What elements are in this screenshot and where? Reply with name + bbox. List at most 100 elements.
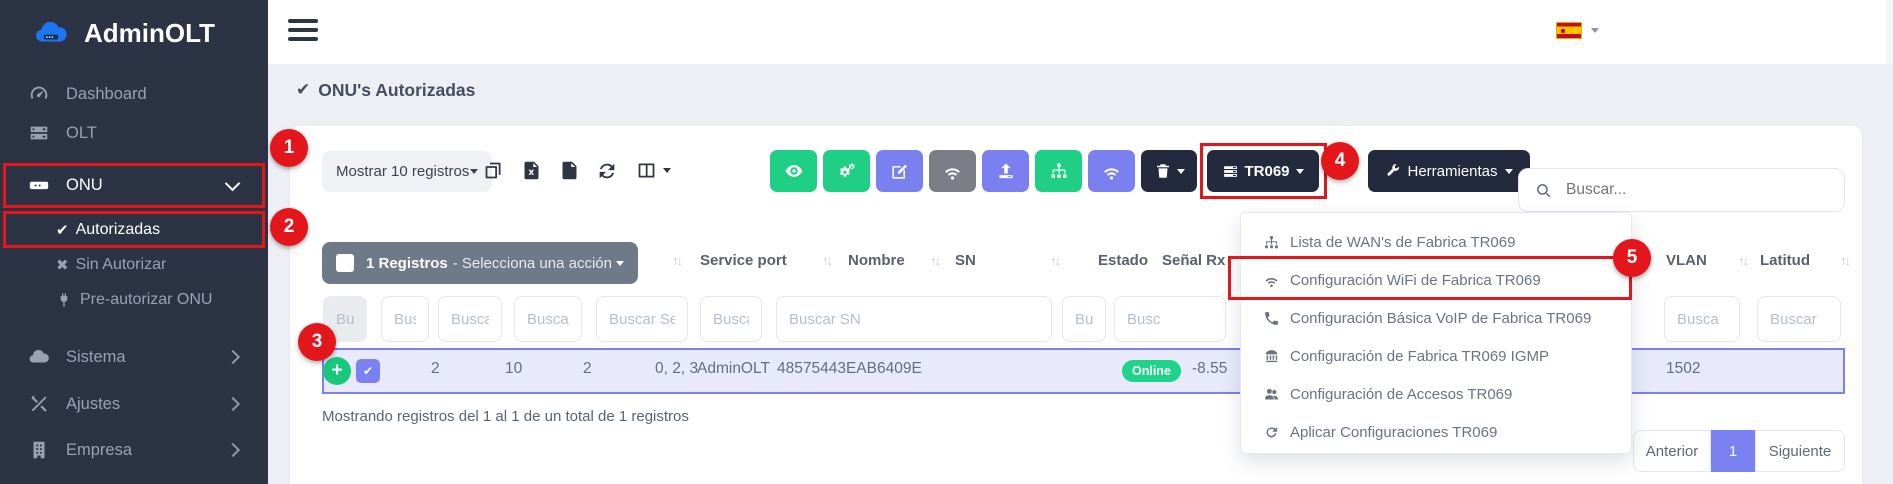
menu-toggle-button[interactable]: [288, 19, 318, 41]
menu-item-aplicar-config[interactable]: Aplicar Configuraciones TR069: [1241, 413, 1631, 451]
row-checkbox[interactable]: ✔: [356, 359, 380, 383]
filter-input-vlan[interactable]: [1664, 296, 1740, 342]
sort-icons[interactable]: ↑↓: [672, 253, 681, 268]
column-header-latitud[interactable]: Latitud: [1760, 252, 1810, 269]
sort-icons[interactable]: ↑↓: [822, 253, 831, 268]
filter-input-nombre[interactable]: [700, 296, 762, 342]
sidebar-item-label: Autorizadas: [76, 221, 161, 239]
annotation-step-2: 2: [270, 208, 308, 246]
check-icon: ✔: [56, 221, 69, 239]
sidebar-item-sistema[interactable]: Sistema: [0, 337, 268, 377]
caret-down-icon: [1591, 28, 1599, 33]
menu-item-lista-wans[interactable]: Lista de WAN's de Fabrica TR069: [1241, 223, 1631, 261]
caret-down-icon: [1177, 169, 1185, 174]
sidebar-item-label: Sin Autorizar: [76, 256, 167, 274]
sort-icons[interactable]: ↑↓: [1050, 253, 1059, 268]
delete-button[interactable]: [1141, 150, 1197, 192]
menu-item-config-accesos[interactable]: Configuración de Accesos TR069: [1241, 375, 1631, 413]
annotation-step-3: 3: [298, 323, 336, 361]
app-logo[interactable]: AdminOLT: [28, 12, 215, 54]
column-header-service-port[interactable]: Service port: [700, 252, 787, 269]
sidebar-item-label: Ajustes: [66, 395, 120, 414]
filter-input-estado[interactable]: [1062, 296, 1106, 342]
bulk-action-select[interactable]: 1 Registros - Selecciona una acción: [322, 242, 638, 284]
user-menu[interactable]: Soporte AdminOLT: [1886, 0, 1893, 64]
pagination-prev-button[interactable]: Anterior: [1633, 430, 1711, 472]
sidebar-item-ajustes[interactable]: Ajustes: [0, 384, 268, 424]
view-button[interactable]: [770, 150, 817, 192]
sidebar-item-pre-autorizar[interactable]: Pre-autorizar ONU: [0, 280, 324, 320]
top-bar: Soporte AdminOLT: [268, 0, 1893, 64]
sidebar: AdminOLT Dashboard OLT ONU ✔ Autorizadas…: [0, 0, 268, 484]
phone-icon: [1263, 310, 1280, 327]
column-header-nombre[interactable]: Nombre: [848, 252, 905, 269]
export-excel-button[interactable]: [521, 160, 542, 181]
cell-sn: 48575443EAB6409E: [777, 360, 922, 378]
upload-button[interactable]: [982, 150, 1029, 192]
column-header-estado[interactable]: Estado: [1098, 252, 1148, 269]
cell-service-port: 0, 2, 3: [655, 360, 698, 378]
filter-input-service-port[interactable]: [596, 296, 688, 342]
refresh-button[interactable]: [596, 160, 618, 182]
filter-input-sn[interactable]: [776, 296, 1052, 342]
expand-row-button[interactable]: +: [323, 357, 351, 385]
export-file-button[interactable]: [559, 160, 580, 181]
cloud-logo-icon: [28, 16, 74, 50]
hamburger-icon: [288, 19, 318, 23]
column-visibility-button[interactable]: [636, 160, 671, 181]
file-excel-icon: [521, 160, 542, 181]
cell-port: 10: [505, 360, 522, 378]
app-screen: AdminOLT Dashboard OLT ONU ✔ Autorizadas…: [0, 0, 1893, 484]
chevron-right-icon: [226, 350, 240, 364]
column-header-sn[interactable]: SN: [955, 252, 976, 269]
tools-icon: [28, 393, 50, 415]
wifi-config-button[interactable]: [929, 150, 976, 192]
sidebar-item-onu[interactable]: ONU: [0, 165, 268, 205]
sort-icons[interactable]: ↑↓: [930, 253, 939, 268]
times-icon: ✖: [56, 256, 69, 274]
chevron-right-icon: [226, 397, 240, 411]
sidebar-item-empresa[interactable]: Empresa: [0, 430, 268, 470]
wifi-status-button[interactable]: [1088, 150, 1135, 192]
network-button[interactable]: [1035, 150, 1082, 192]
chevron-down-icon: [225, 176, 241, 192]
sidebar-item-dashboard[interactable]: Dashboard: [0, 74, 268, 114]
pagination-page-1[interactable]: 1: [1711, 430, 1755, 472]
filter-input[interactable]: [438, 296, 502, 342]
filter-input[interactable]: [514, 296, 582, 342]
filter-input[interactable]: [381, 296, 429, 342]
menu-item-config-wifi[interactable]: Configuración WiFi de Fabrica TR069: [1241, 261, 1631, 299]
sidebar-item-label: Sistema: [66, 348, 126, 367]
sitemap-icon: [1263, 234, 1280, 251]
sidebar-item-olt[interactable]: OLT: [0, 113, 268, 153]
caret-down-icon: [470, 169, 478, 174]
upload-icon: [996, 161, 1016, 181]
language-selector[interactable]: [1556, 22, 1599, 39]
pagination-next-button[interactable]: Siguiente: [1755, 430, 1845, 472]
sidebar-item-sin-autorizar[interactable]: ✖ Sin Autorizar: [0, 245, 324, 285]
copy-button[interactable]: [483, 160, 504, 181]
menu-item-config-igmp[interactable]: Configuración de Fabrica TR069 IGMP: [1241, 337, 1631, 375]
app-logo-text: AdminOLT: [84, 18, 215, 49]
settings-button[interactable]: [823, 150, 870, 192]
edit-button[interactable]: [876, 150, 923, 192]
sidebar-item-label: Empresa: [66, 441, 132, 460]
menu-item-config-voip[interactable]: Configuración Básica VoIP de Fabrica TR0…: [1241, 299, 1631, 337]
filter-input-latitud[interactable]: [1757, 296, 1841, 342]
sidebar-item-label: OLT: [66, 124, 97, 143]
tr069-dropdown-button[interactable]: TR069: [1207, 150, 1319, 192]
select-all-checkbox[interactable]: [336, 254, 354, 272]
server-icon: [28, 122, 50, 144]
server-icon: [1222, 163, 1239, 180]
sort-icons[interactable]: ↑↓: [1738, 253, 1747, 268]
trash-icon: [1154, 162, 1172, 180]
search-input[interactable]: [1564, 180, 1844, 200]
column-header-vlan[interactable]: VLAN: [1666, 252, 1707, 269]
records-per-page-select[interactable]: Mostrar 10 registros: [322, 151, 492, 192]
check-icon: ✔: [296, 80, 310, 100]
filter-input-senal[interactable]: [1114, 296, 1226, 342]
sort-icons[interactable]: ↑↓: [1840, 253, 1849, 268]
column-header-senal[interactable]: Señal Rx: [1162, 252, 1225, 269]
records-summary: Mostrando registros del 1 al 1 de un tot…: [322, 408, 689, 425]
herramientas-dropdown-button[interactable]: Herramientas: [1368, 150, 1530, 192]
